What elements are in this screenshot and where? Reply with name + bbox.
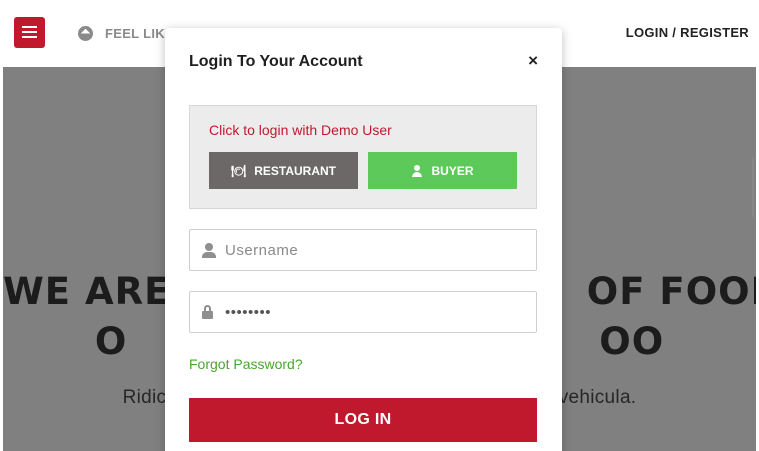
login-modal: Login To Your Account × Click to login w… <box>165 28 562 451</box>
lock-icon <box>202 305 216 319</box>
modal-title: Login To Your Account <box>189 53 363 70</box>
hamburger-icon-line <box>22 26 37 28</box>
user-icon <box>202 243 216 258</box>
username-input[interactable] <box>225 230 525 270</box>
slider-next-arrow-icon[interactable] <box>734 157 754 217</box>
restaurant-demo-button[interactable]: 🍽 RESTAURANT <box>209 152 358 189</box>
login-register-link[interactable]: LOGIN / REGISTER <box>626 25 749 40</box>
buyer-button-label: BUYER <box>431 163 474 178</box>
user-icon <box>411 164 423 177</box>
compass-icon <box>78 25 93 41</box>
dish-icon: 🍽 <box>230 163 247 178</box>
restaurant-button-label: RESTAURANT <box>254 163 336 178</box>
hamburger-icon-line <box>22 31 37 33</box>
password-input[interactable] <box>225 292 525 332</box>
login-button[interactable]: LOG IN <box>189 398 537 442</box>
username-field[interactable] <box>189 229 537 271</box>
close-icon[interactable]: × <box>528 52 538 69</box>
password-field[interactable] <box>189 291 537 333</box>
feel-like-label: FEEL LIKE <box>105 25 174 41</box>
demo-login-text: Click to login with Demo User <box>209 122 392 138</box>
buyer-demo-button[interactable]: BUYER <box>368 152 517 189</box>
demo-login-panel: Click to login with Demo User 🍽 RESTAURA… <box>189 105 537 209</box>
hamburger-icon-line <box>22 36 37 38</box>
feel-like-link[interactable]: FEEL LIKE <box>78 25 174 41</box>
hamburger-menu-button[interactable] <box>14 17 45 48</box>
forgot-password-link[interactable]: Forgot Password? <box>189 356 303 372</box>
